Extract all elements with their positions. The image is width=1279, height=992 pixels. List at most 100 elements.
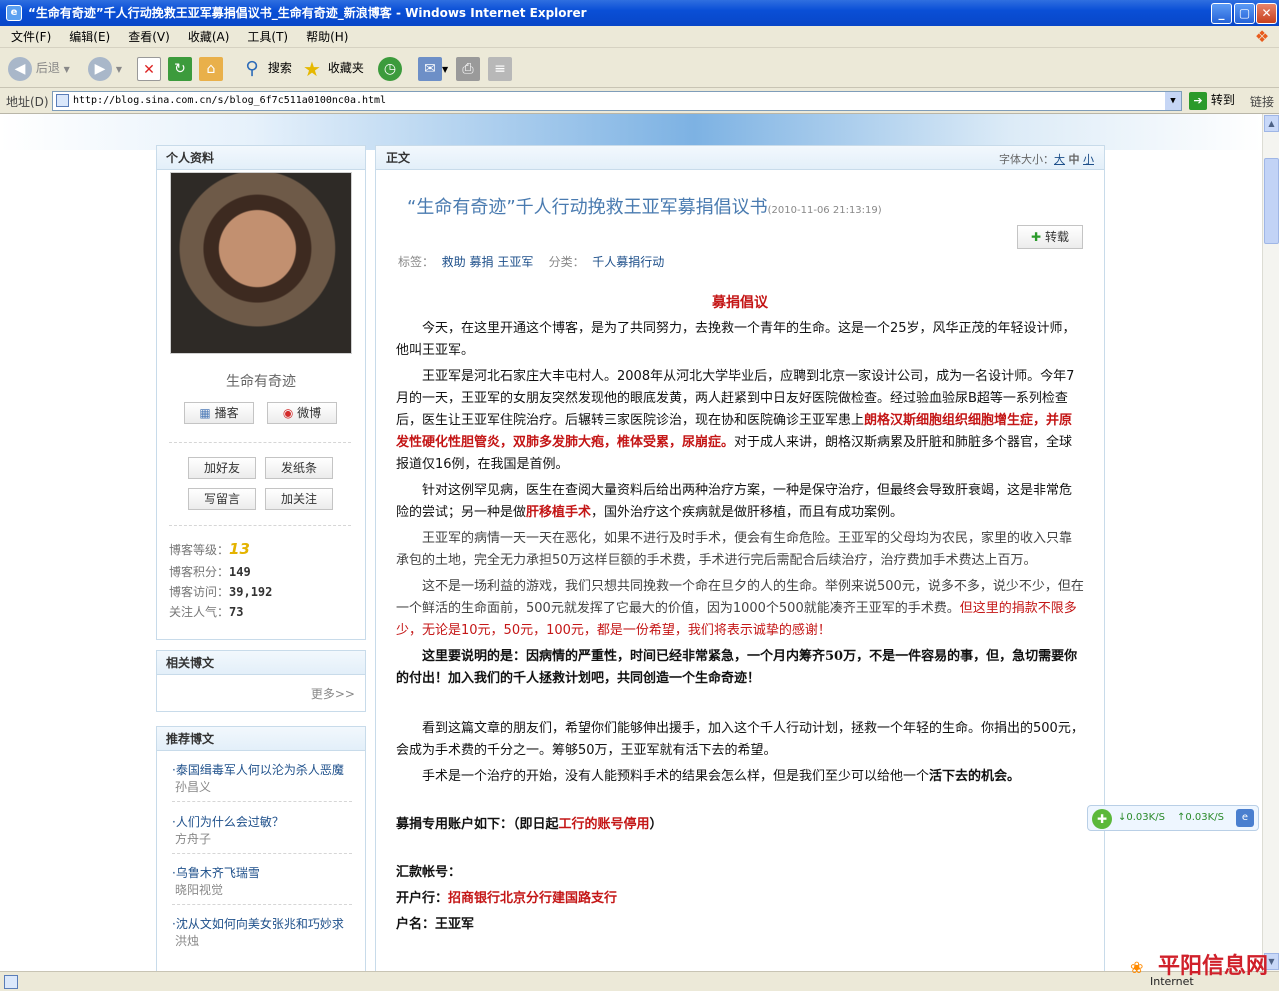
menu-edit[interactable]: 编辑(E): [60, 26, 119, 48]
menu-tools[interactable]: 工具(T): [238, 26, 297, 48]
status-bar: Internet: [0, 971, 1279, 991]
follow-button[interactable]: 加关注: [265, 488, 333, 510]
recommended-title: 泰国缉毒军人何以沦为杀人恶魔: [175, 763, 344, 777]
mail-button[interactable]: ✉ ▼: [418, 54, 448, 82]
tag-link[interactable]: 王亚军: [497, 255, 533, 269]
links-button[interactable]: 链接: [1250, 93, 1274, 110]
paragraph: 这里要说明的是：因病情的严重性，时间已经非常紧急，一个月内筹齐50万，不是一件容…: [396, 649, 1078, 686]
back-button[interactable]: ◀ 后退 ▼: [8, 54, 70, 82]
stop-button[interactable]: ✕: [137, 54, 161, 82]
close-button[interactable]: ✕: [1256, 3, 1277, 24]
paragraph: 今天，在这里开通这个博客，是为了共同努力，去挽救一个青年的生命。这是一个25岁，…: [396, 321, 1076, 358]
menu-file[interactable]: 文件(F): [2, 26, 60, 48]
tags-row: 标签： 救助 募捐 王亚军 分类： 千人募捐行动: [398, 255, 665, 269]
ie-icon: e: [1236, 809, 1254, 827]
recommended-posts-panel: 推荐博文 ·泰国缉毒军人何以沦为杀人恶魔 孙昌义 ·人们为什么会过敏？ 方舟子 …: [156, 726, 366, 971]
network-icon: ✚: [1092, 809, 1112, 829]
star-icon: ★: [303, 56, 321, 81]
holder-line: 户名：王亚军: [396, 917, 475, 932]
profile-divider: [169, 525, 351, 526]
scroll-up-button[interactable]: ▲: [1264, 115, 1279, 132]
profile-panel: 个人资料 生命有奇迹 ▦ 播客 ◉ 微博 加好友 发纸条 写留言 加关注 博客等…: [156, 145, 366, 640]
font-size-medium[interactable]: 中: [1069, 153, 1080, 166]
more-link[interactable]: 更多>>: [311, 685, 355, 702]
recommended-title: 乌鲁木齐飞瑞雪: [175, 866, 260, 880]
back-arrow-icon: ◀: [8, 56, 32, 81]
avatar[interactable]: [170, 172, 352, 354]
category-link[interactable]: 千人募捐行动: [592, 255, 664, 269]
go-button[interactable]: ➔ 转到: [1189, 91, 1235, 110]
forward-button[interactable]: ▶ ▼: [88, 54, 122, 82]
blog-visits: 博客访问：39,192: [169, 585, 273, 599]
recommended-author[interactable]: 方舟子: [172, 831, 352, 848]
recommended-title: 人们为什么会过敏？: [175, 815, 284, 829]
leave-message-button[interactable]: 写留言: [188, 488, 256, 510]
page-viewport: 个人资料 生命有奇迹 ▦ 播客 ◉ 微博 加好友 发纸条 写留言 加关注 博客等…: [0, 114, 1262, 971]
printer-icon: ⎙: [456, 56, 480, 81]
article-panel: 正文 字体大小：大 中 小 “生命有奇迹”千人行动挽救王亚军募捐倡议书(2010…: [375, 145, 1105, 971]
history-icon: ◷: [378, 56, 402, 81]
download-speed: ↓0.03K/S: [1118, 812, 1165, 823]
blog-points: 博客积分：149: [169, 565, 251, 579]
windows-logo-icon: ❖: [1254, 27, 1270, 46]
refresh-button[interactable]: ↻: [168, 54, 192, 82]
address-dropdown-button[interactable]: ▼: [1165, 92, 1181, 110]
address-label: 地址(D): [6, 95, 49, 109]
vertical-scrollbar[interactable]: ▲ ▼: [1262, 114, 1279, 971]
add-friend-button[interactable]: 加好友: [188, 457, 256, 479]
favorites-button[interactable]: ★ 收藏夹: [300, 54, 364, 82]
refresh-icon: ↻: [168, 56, 192, 81]
recommended-header: 推荐博文: [157, 727, 365, 751]
font-size-small[interactable]: 小: [1083, 153, 1094, 166]
tag-link[interactable]: 救助: [442, 255, 466, 269]
window-titlebar: e “生命有奇迹”千人行动挽救王亚军募捐倡议书_生命有奇迹_新浪博客 - Win…: [0, 0, 1279, 26]
address-url: http://blog.sina.com.cn/s/blog_6f7c511a0…: [73, 95, 387, 106]
maximize-button[interactable]: ▢: [1234, 3, 1255, 24]
recommended-author[interactable]: 洪烛: [172, 933, 352, 950]
follower-count: 关注人气：73: [169, 605, 244, 619]
forward-arrow-icon: ▶: [88, 56, 112, 81]
watermark-logo-icon: ❀: [1130, 958, 1144, 977]
tag-link[interactable]: 募捐: [470, 255, 494, 269]
home-icon: ⌂: [199, 56, 223, 81]
list-item: ·泰国缉毒军人何以沦为杀人恶魔 孙昌义: [172, 762, 352, 802]
scroll-thumb[interactable]: [1264, 158, 1279, 244]
paragraph: 王亚军是河北石家庄大丰屯村人。2008年从河北大学毕业后，应聘到北京一家设计公司…: [396, 369, 1075, 472]
page-icon: [56, 94, 69, 107]
list-item: ·沈从文如何向美女张兆和巧妙求 洪烛: [172, 916, 352, 950]
article-heading: 募捐倡议: [712, 295, 768, 311]
reprint-button[interactable]: ✚ 转载: [1017, 225, 1083, 249]
print-button[interactable]: ⎙: [456, 54, 480, 82]
edit-button[interactable]: ≡: [488, 54, 512, 82]
font-size-large[interactable]: 大: [1054, 153, 1065, 166]
menu-favorites[interactable]: 收藏(A): [179, 26, 239, 48]
bank-line: 开户行：招商银行北京分行建国路支行: [396, 891, 618, 906]
menu-bar: 文件(F) 编辑(E) 查看(V) 收藏(A) 工具(T) 帮助(H): [0, 26, 1279, 48]
article-header: 正文: [376, 146, 1104, 170]
go-arrow-icon: ➔: [1189, 91, 1207, 110]
recommended-author[interactable]: 晓阳视觉: [172, 882, 352, 899]
recommended-author[interactable]: 孙昌义: [172, 779, 352, 796]
account-notice: 募捐专用账户如下：（即日起工行的账号停用）: [396, 817, 663, 832]
list-item: ·人们为什么会过敏？ 方舟子: [172, 814, 352, 854]
podcast-button[interactable]: ▦ 播客: [184, 402, 254, 424]
level-badge: 13: [229, 540, 250, 558]
weibo-button[interactable]: ◉ 微博: [267, 402, 337, 424]
article-body: 募捐倡议 今天，在这里开通这个博客，是为了共同努力，去挽救一个青年的生命。这是一…: [396, 292, 1084, 940]
history-button[interactable]: ◷: [378, 54, 402, 82]
related-header: 相关博文: [157, 651, 365, 675]
related-posts-panel: 相关博文 更多>>: [156, 650, 366, 712]
search-label: 搜索: [267, 61, 292, 75]
send-note-button[interactable]: 发纸条: [265, 457, 333, 479]
paragraph: 针对这例罕见病，医生在查阅大量资料后给出两种治疗方案，一种是保守治疗，但最终会导…: [396, 483, 1073, 520]
recommended-title: 沈从文如何向美女张兆和巧妙求: [175, 917, 344, 931]
menu-help[interactable]: 帮助(H): [297, 26, 357, 48]
address-input[interactable]: http://blog.sina.com.cn/s/blog_6f7c511a0…: [52, 91, 1182, 111]
watermark: ❀ 平阳信息网: [1130, 954, 1269, 979]
toolbar: ◀ 后退 ▼ ▶ ▼ ✕ ↻ ⌂ ⚲ 搜索 ★ 收藏夹 ◷ ✉ ▼ ⎙ ≡: [0, 48, 1279, 88]
home-button[interactable]: ⌂: [199, 54, 223, 82]
network-speed-widget[interactable]: ✚ ↓0.03K/S ↑0.03K/S e: [1087, 805, 1259, 831]
search-button[interactable]: ⚲ 搜索: [240, 54, 292, 82]
menu-view[interactable]: 查看(V): [119, 26, 179, 48]
minimize-button[interactable]: _: [1211, 3, 1232, 24]
